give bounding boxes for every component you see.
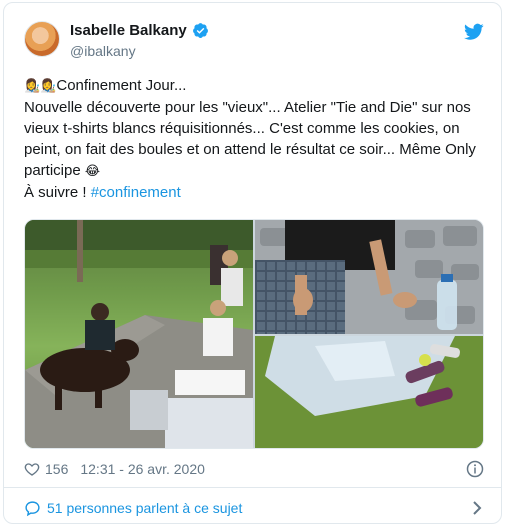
tweet-media-grid (24, 219, 484, 449)
tweet-text-line1: 👩‍🎨👩‍🎨Confinement Jour... (24, 75, 484, 97)
verified-badge-icon (192, 23, 208, 38)
tarp-bottles-photo[interactable] (255, 336, 483, 448)
tarp-photo-art (255, 336, 483, 448)
heart-icon[interactable] (24, 461, 40, 477)
author-name-row[interactable]: Isabelle Balkany (70, 22, 209, 39)
tweet-stats: 156 12:31 - 26 avr. 2020 (24, 459, 484, 479)
tweet-text: 👩‍🎨👩‍🎨Confinement Jour... Nouvelle décou… (24, 75, 484, 203)
tweet-header: Isabelle Balkany @ibalkany (24, 21, 484, 65)
laughing-emoji: 😂 (84, 164, 101, 179)
author-display-name[interactable]: Isabelle Balkany (70, 22, 187, 39)
author-avatar[interactable] (24, 21, 60, 57)
tshirt-sitting-photo[interactable] (255, 220, 483, 334)
author-handle[interactable]: @ibalkany (70, 43, 136, 59)
tweet-timestamp[interactable]: 12:31 - 26 avr. 2020 (80, 461, 205, 477)
tweet-text-line2: Nouvelle découverte pour les "vieux"... … (24, 97, 484, 182)
info-icon[interactable] (466, 460, 484, 478)
footer-divider (4, 487, 501, 488)
tweet-line1-text: Confinement Jour... (56, 77, 187, 94)
artist-emoji: 👩‍🎨👩‍🎨 (24, 79, 57, 94)
twitter-bird-icon[interactable] (464, 23, 484, 41)
like-count[interactable]: 156 (45, 461, 68, 477)
conversation-label[interactable]: 51 personnes parlent à ce sujet (47, 500, 242, 516)
garden-dog-kids-photo[interactable] (25, 220, 253, 448)
tweet-card: Isabelle Balkany @ibalkany 👩‍🎨👩‍🎨Confine… (3, 2, 502, 524)
garden-photo-art (25, 220, 253, 448)
speech-bubble-icon (25, 500, 40, 516)
hashtag-link[interactable]: #confinement (91, 184, 181, 201)
tweet-text-line3: À suivre ! #confinement (24, 182, 484, 203)
conversation-link[interactable]: 51 personnes parlent à ce sujet (24, 497, 484, 519)
chevron-right-icon[interactable] (470, 500, 484, 516)
tshirt-photo-art (255, 220, 483, 334)
tweet-line3-text: À suivre ! (24, 184, 87, 201)
